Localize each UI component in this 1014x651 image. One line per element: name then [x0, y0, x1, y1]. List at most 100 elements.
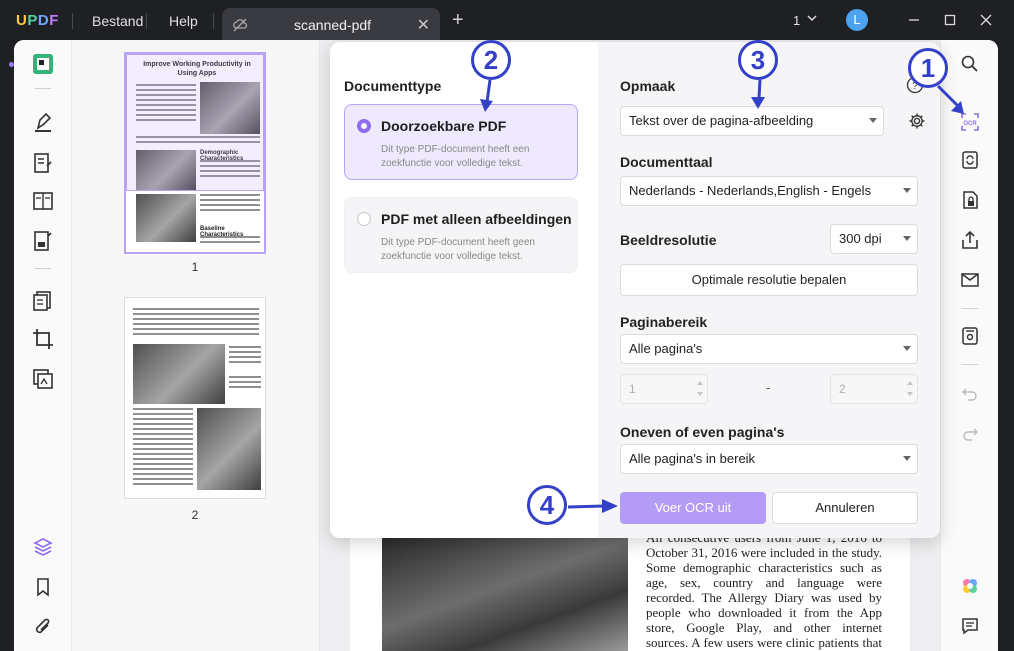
- language-label: Documenttaal: [620, 154, 713, 170]
- range-separator: -: [766, 380, 770, 395]
- avatar[interactable]: L: [846, 9, 868, 31]
- menu-divider: [72, 13, 73, 29]
- ocr-dialog: Documenttype Doorzoekbare PDF Dit type P…: [330, 42, 940, 538]
- viewport-indicator: [126, 54, 264, 191]
- watermark-icon[interactable]: [32, 368, 54, 390]
- annotation-4: 4: [527, 485, 567, 525]
- toolbar-divider: [962, 364, 978, 365]
- highlighter-icon[interactable]: [32, 112, 54, 134]
- range-to-input[interactable]: 2: [830, 374, 918, 404]
- edit-text-icon[interactable]: [32, 152, 54, 174]
- chevron-down-icon: [903, 456, 911, 461]
- option-searchable-pdf[interactable]: Doorzoekbare PDF Dit type PDF-document h…: [344, 104, 578, 180]
- updf-logo: UPDF: [16, 12, 59, 29]
- annotation-3: 3: [738, 40, 778, 80]
- resolution-value: 300 dpi: [839, 231, 882, 246]
- ocr-settings-panel: Opmaak ? Tekst over de pagina-afbeelding…: [598, 42, 940, 538]
- svg-text:OCR: OCR: [963, 121, 977, 127]
- odd-even-select[interactable]: Alle pagina's in bereik: [620, 444, 918, 474]
- layout-select[interactable]: Tekst over de pagina-afbeelding: [620, 106, 884, 136]
- gear-icon[interactable]: [908, 112, 926, 130]
- redo-icon[interactable]: [960, 424, 980, 444]
- language-select[interactable]: Nederlands - Nederlands,English - Engels: [620, 176, 918, 206]
- cancel-button[interactable]: Annuleren: [772, 492, 918, 524]
- chevron-down-icon[interactable]: [806, 12, 818, 24]
- option-title: PDF met alleen afbeeldingen: [381, 211, 572, 227]
- close-tab-icon[interactable]: ✕: [417, 15, 430, 35]
- chevron-down-icon[interactable]: [907, 392, 913, 396]
- chevron-up-icon[interactable]: [907, 381, 913, 385]
- organize-pages-icon[interactable]: [32, 190, 54, 212]
- main-area: Improve Working Productivity in Using Ap…: [14, 40, 998, 651]
- chevron-up-icon[interactable]: [697, 381, 703, 385]
- left-toolbar: [14, 40, 72, 651]
- document-type-panel: Documenttype Doorzoekbare PDF Dit type P…: [330, 42, 598, 538]
- convert-icon[interactable]: [960, 150, 980, 170]
- comment-icon[interactable]: [960, 616, 980, 636]
- menu-bestand[interactable]: Bestand: [92, 13, 143, 29]
- toolbar-divider: [35, 88, 51, 89]
- reader-icon[interactable]: [32, 53, 54, 75]
- chevron-down-icon: [903, 346, 911, 351]
- page-range-select[interactable]: Alle pagina's: [620, 334, 918, 364]
- thumbnail-page-number: 1: [185, 260, 205, 274]
- page-thumbnail-1[interactable]: Improve Working Productivity in Using Ap…: [124, 52, 266, 254]
- page-range-label: Paginabereik: [620, 314, 707, 330]
- page-count[interactable]: 1: [793, 13, 800, 28]
- undo-icon[interactable]: [960, 384, 980, 404]
- layers-icon[interactable]: [32, 536, 54, 558]
- document-tab[interactable]: scanned-pdf ✕: [222, 8, 440, 42]
- annotation-arrow: [478, 80, 498, 114]
- annotation-2: 2: [471, 40, 511, 80]
- search-icon[interactable]: [960, 54, 980, 74]
- crop-icon[interactable]: [32, 328, 54, 350]
- option-image-only-pdf[interactable]: PDF met alleen afbeeldingen Dit type PDF…: [344, 197, 578, 273]
- layout-label: Opmaak: [620, 78, 675, 94]
- maximize-icon[interactable]: [942, 12, 958, 28]
- chevron-down-icon[interactable]: [697, 392, 703, 396]
- save-icon[interactable]: [960, 326, 980, 346]
- page-range-value: Alle pagina's: [629, 341, 702, 356]
- app-window: UPDF Bestand Help scanned-pdf ✕ + 1 L: [0, 0, 1014, 651]
- resolution-label: Beeldresolutie: [620, 232, 716, 248]
- tab-title: scanned-pdf: [294, 17, 371, 33]
- attachment-icon[interactable]: [32, 616, 54, 638]
- title-bar: UPDF Bestand Help scanned-pdf ✕ + 1 L: [0, 0, 1014, 42]
- option-description: Dit type PDF-document heeft een zoekfunc…: [381, 143, 561, 171]
- range-from-input[interactable]: 1: [620, 374, 708, 404]
- toolbar-divider: [962, 308, 978, 309]
- radio-selected[interactable]: [357, 119, 371, 133]
- run-ocr-button[interactable]: Voer OCR uit: [620, 492, 766, 524]
- email-icon[interactable]: [960, 270, 980, 290]
- new-tab-icon[interactable]: +: [452, 11, 464, 29]
- thumbnail-page-number: 2: [185, 508, 205, 522]
- document-paragraph: All consecutive users from June 1, 2016 …: [646, 530, 882, 651]
- close-window-icon[interactable]: [978, 12, 994, 28]
- chevron-down-icon: [903, 236, 911, 241]
- annotation-arrow: [934, 84, 968, 118]
- optimal-resolution-button[interactable]: Optimale resolutie bepalen: [620, 264, 918, 296]
- cloud-off-icon: [232, 17, 248, 33]
- protect-icon[interactable]: [960, 190, 980, 210]
- toolbar-divider: [35, 268, 51, 269]
- menu-divider: [146, 13, 147, 29]
- chevron-down-icon: [903, 188, 911, 193]
- right-toolbar: OCR: [940, 40, 998, 651]
- form-icon[interactable]: [32, 230, 54, 252]
- bookmark-icon[interactable]: [32, 576, 54, 598]
- pages-icon[interactable]: [32, 290, 54, 312]
- document-type-title: Documenttype: [344, 78, 441, 94]
- resolution-select[interactable]: 300 dpi: [830, 224, 918, 254]
- page-thumbnail-2[interactable]: [124, 297, 266, 499]
- thumbnail-photo: [197, 408, 261, 490]
- ai-assistant-icon[interactable]: [960, 576, 980, 596]
- layout-value: Tekst over de pagina-afbeelding: [629, 113, 813, 128]
- language-value: Nederlands - Nederlands,English - Engels: [629, 183, 871, 198]
- menu-help[interactable]: Help: [169, 13, 198, 29]
- share-icon[interactable]: [960, 230, 980, 250]
- document-page: All consecutive users from June 1, 2016 …: [350, 520, 910, 651]
- annotation-arrow: [568, 494, 620, 518]
- minimize-icon[interactable]: [906, 12, 922, 28]
- option-title: Doorzoekbare PDF: [381, 118, 506, 134]
- radio-unselected[interactable]: [357, 212, 371, 226]
